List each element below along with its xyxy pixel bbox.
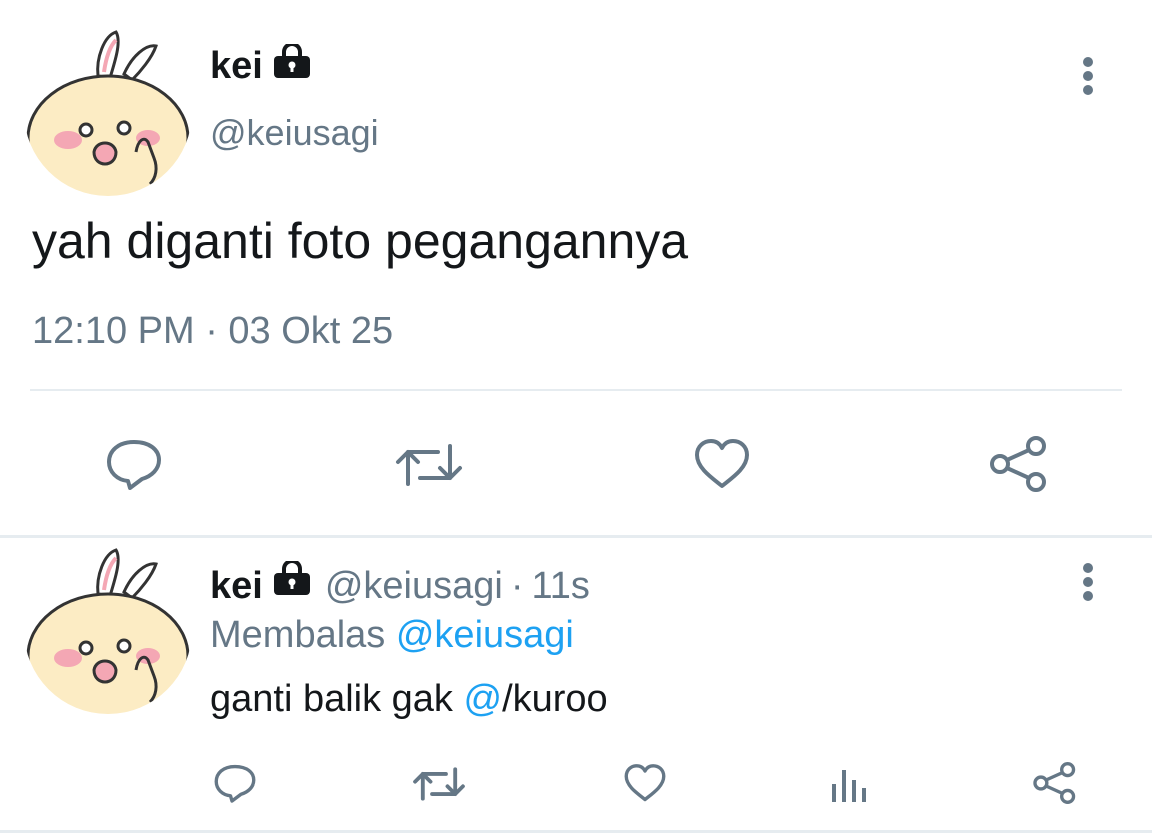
avatar-reply[interactable] <box>24 546 192 714</box>
reply-header: kei @keiusagi · 11s <box>210 559 590 610</box>
divider <box>30 389 1122 391</box>
mention-link[interactable]: @ <box>464 678 503 720</box>
bunny-avatar-icon <box>26 548 190 714</box>
lock-icon <box>271 559 313 607</box>
retweet-icon[interactable] <box>412 764 466 804</box>
reply-text-after: /kuroo <box>502 678 608 720</box>
retweet-icon[interactable] <box>394 440 464 490</box>
share-icon[interactable] <box>988 434 1050 494</box>
reply-text: ganti balik gak @/kuroo <box>210 678 608 721</box>
reply-display-name[interactable]: kei <box>210 565 263 608</box>
avatar-main[interactable] <box>24 28 192 196</box>
share-icon[interactable] <box>1032 760 1078 806</box>
handle[interactable]: @keiusagi <box>210 112 379 154</box>
replying-prefix: Membalas <box>210 614 386 656</box>
bunny-avatar-icon <box>26 30 190 196</box>
display-name[interactable]: kei <box>210 45 263 88</box>
more-options-icon[interactable] <box>1074 562 1102 602</box>
reply-text-before: ganti balik gak <box>210 678 464 720</box>
reply-icon[interactable] <box>212 762 258 804</box>
timestamp: 12:10 PM · 03 Okt 25 <box>32 310 394 352</box>
author-row: kei <box>210 41 313 88</box>
section-divider <box>0 535 1152 538</box>
replying-to-link[interactable]: @keiusagi <box>396 614 574 656</box>
more-options-icon[interactable] <box>1074 56 1102 96</box>
analytics-icon[interactable] <box>830 764 870 804</box>
lock-icon <box>271 41 313 85</box>
like-icon[interactable] <box>622 762 668 804</box>
tweet-text: yah diganti foto pegangannya <box>32 213 689 269</box>
reply-age: 11s <box>531 564 590 607</box>
bottom-divider <box>0 830 1152 833</box>
separator: · <box>510 564 524 607</box>
reply-handle[interactable]: @keiusagi <box>325 565 503 608</box>
replying-to-line: Membalas @keiusagi <box>210 614 574 657</box>
like-icon[interactable] <box>692 436 752 492</box>
reply-icon[interactable] <box>104 436 164 492</box>
